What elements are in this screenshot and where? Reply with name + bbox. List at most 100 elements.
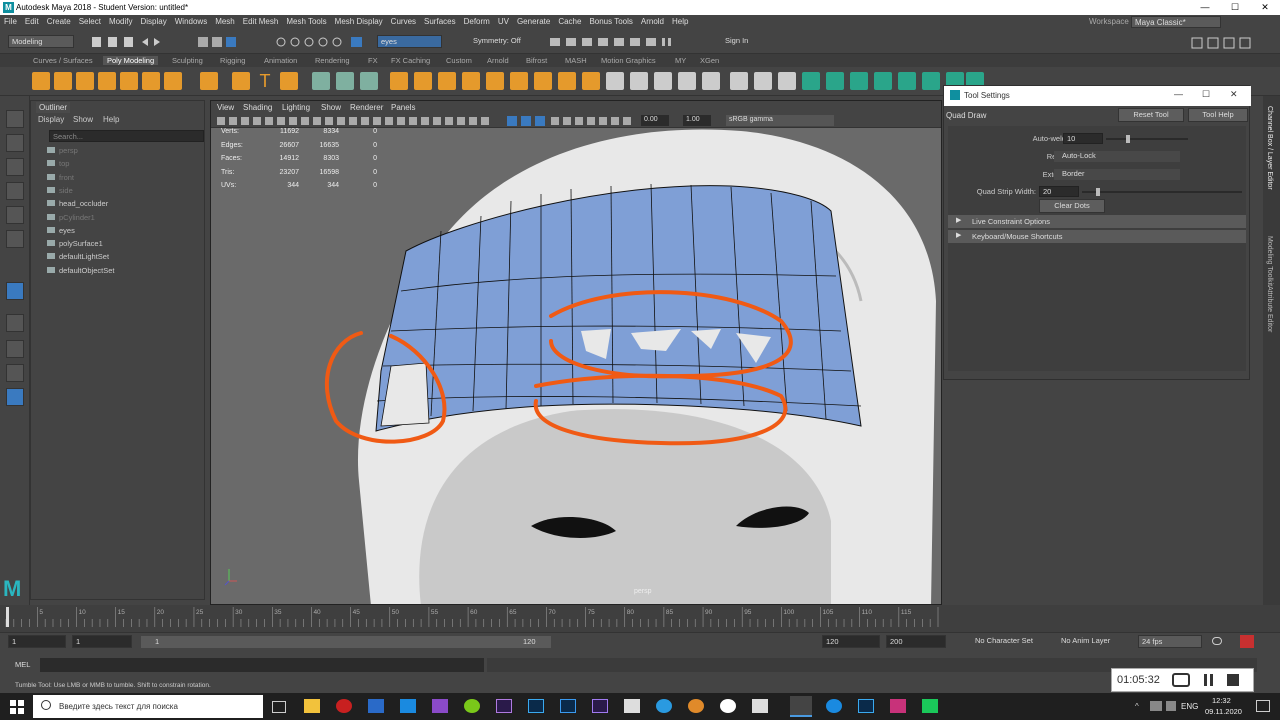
windows-start-icon[interactable] xyxy=(10,700,24,714)
app-green2-icon[interactable] xyxy=(922,699,938,713)
close-button[interactable]: ✕ xyxy=(1250,0,1280,15)
boolean-icon[interactable] xyxy=(390,72,408,90)
outliner-item[interactable]: side xyxy=(47,186,73,195)
workspace-select[interactable]: Maya Classic* xyxy=(1131,16,1221,28)
ts-maximize-button[interactable]: ☐ xyxy=(1202,89,1210,100)
outliner-menu-help[interactable]: Help xyxy=(103,115,119,124)
menu-mesh-display[interactable]: Mesh Display xyxy=(331,15,387,28)
notification-icon[interactable] xyxy=(1256,700,1270,712)
outliner-search-input[interactable]: Search... xyxy=(49,130,204,142)
move-tool-icon[interactable] xyxy=(6,182,24,200)
store-icon[interactable] xyxy=(400,699,416,713)
network-icon[interactable] xyxy=(1150,701,1162,711)
uv-cylindrical-icon[interactable] xyxy=(826,72,844,90)
uv-camera-icon[interactable] xyxy=(898,72,916,90)
menu-curves[interactable]: Curves xyxy=(387,15,420,28)
steam-icon[interactable] xyxy=(560,699,576,713)
menu-help[interactable]: Help xyxy=(668,15,692,28)
menu-create[interactable]: Create xyxy=(43,15,75,28)
poly-plane-icon[interactable] xyxy=(142,72,160,90)
menu-cache[interactable]: Cache xyxy=(554,15,585,28)
shelf-tab-fx-caching[interactable]: FX Caching xyxy=(391,56,430,65)
sign-in-button[interactable]: Sign In xyxy=(722,35,800,48)
outliner-item[interactable]: front xyxy=(47,173,74,182)
outliner-item[interactable]: eyes xyxy=(47,226,75,235)
triangulate-icon[interactable] xyxy=(702,72,720,90)
mirror-icon[interactable] xyxy=(414,72,432,90)
shelf-tab-animation[interactable]: Animation xyxy=(264,56,297,65)
photoshop-icon[interactable] xyxy=(528,699,544,713)
outliner-item[interactable]: persp xyxy=(47,146,78,155)
slide-edge-icon[interactable] xyxy=(754,72,772,90)
shelf-tab-my[interactable]: MY xyxy=(675,56,686,65)
tab-channel-box[interactable]: Channel Box / Layer Editor xyxy=(1266,106,1273,190)
viewport-persp[interactable]: View Shading Lighting Show Renderer Pane… xyxy=(210,100,942,605)
poly-torus-icon[interactable] xyxy=(120,72,138,90)
shelf-tab-fx[interactable]: FX xyxy=(368,56,378,65)
playback-end-field[interactable]: 120 xyxy=(822,635,880,648)
outliner-item[interactable]: head_occluder xyxy=(47,199,108,208)
menu-edit-mesh[interactable]: Edit Mesh xyxy=(239,15,283,28)
reset-tool-button[interactable]: Reset Tool xyxy=(1118,108,1184,122)
menu-uv[interactable]: UV xyxy=(494,15,513,28)
offset-loop-icon[interactable] xyxy=(778,72,796,90)
outliner-item[interactable]: polySurface1 xyxy=(47,239,103,248)
tab-attribute-editor[interactable]: Attribute Editor xyxy=(1266,286,1273,332)
separate-icon[interactable] xyxy=(336,72,354,90)
blender-icon[interactable] xyxy=(688,699,704,713)
poly-cube-icon[interactable] xyxy=(54,72,72,90)
menu-select[interactable]: Select xyxy=(75,15,105,28)
extend-select[interactable]: Border xyxy=(1054,169,1180,180)
camera-icon[interactable] xyxy=(1172,673,1190,687)
combine-icon[interactable] xyxy=(312,72,330,90)
menu-bonus-tools[interactable]: Bonus Tools xyxy=(585,15,636,28)
menu-file[interactable]: File xyxy=(0,15,21,28)
cmd-language-label[interactable]: MEL xyxy=(15,660,30,669)
clear-dots-button[interactable]: Clear Dots xyxy=(1039,199,1105,213)
fill-hole-icon[interactable] xyxy=(510,72,528,90)
poly-sphere-icon[interactable] xyxy=(32,72,50,90)
four-view-icon[interactable] xyxy=(6,340,24,358)
menu-modify[interactable]: Modify xyxy=(105,15,137,28)
scale-tool-icon[interactable] xyxy=(6,230,24,248)
shelf-tab-poly-modeling[interactable]: Poly Modeling xyxy=(103,56,159,65)
after-effects-icon[interactable] xyxy=(592,699,608,713)
pause-icon[interactable] xyxy=(1204,674,1207,686)
outliner-title[interactable]: Outliner xyxy=(36,102,71,113)
quad-strip-slider[interactable] xyxy=(1082,191,1242,193)
bridge-icon[interactable] xyxy=(462,72,480,90)
connect-icon[interactable] xyxy=(654,72,672,90)
poke-icon[interactable] xyxy=(582,72,600,90)
superellipse-icon[interactable] xyxy=(232,72,250,90)
shelf-tab-sculpting[interactable]: Sculpting xyxy=(172,56,203,65)
telegram-icon[interactable] xyxy=(656,699,672,713)
autoweld-field[interactable]: 10 xyxy=(1063,133,1103,144)
stop-icon[interactable] xyxy=(1227,674,1239,686)
browser-icon[interactable] xyxy=(336,699,352,713)
menu-deform[interactable]: Deform xyxy=(460,15,494,28)
shelf-tab-xgen[interactable]: XGen xyxy=(700,56,719,65)
section-keyboard-shortcuts[interactable]: ▶ Keyboard/Mouse Shortcuts xyxy=(948,230,1246,243)
range-slider[interactable]: 1 120 xyxy=(141,636,551,648)
edgeloop-icon[interactable] xyxy=(678,72,696,90)
multicut-icon[interactable] xyxy=(606,72,624,90)
poly-cone-icon[interactable] xyxy=(98,72,116,90)
quad-draw-tool-icon[interactable] xyxy=(6,282,24,300)
mail-icon[interactable] xyxy=(368,699,384,713)
clock-time[interactable]: 12:32 xyxy=(1212,696,1231,705)
target-weld-icon[interactable] xyxy=(630,72,648,90)
tool-help-button[interactable]: Tool Help xyxy=(1188,108,1248,122)
extrude-icon[interactable] xyxy=(438,72,456,90)
layout-icons[interactable] xyxy=(1190,37,1260,49)
auto-key-icon[interactable] xyxy=(1240,635,1254,648)
visual-studio-icon[interactable] xyxy=(432,699,448,713)
menu-edit[interactable]: Edit xyxy=(21,15,43,28)
select-tool-icon[interactable] xyxy=(6,110,24,128)
menu-display[interactable]: Display xyxy=(137,15,171,28)
start-time-field[interactable]: 1 xyxy=(8,635,66,648)
text-icon[interactable]: T xyxy=(256,72,274,90)
outliner-view-icon[interactable] xyxy=(6,388,24,406)
app-pink-icon[interactable] xyxy=(890,699,906,713)
itunes-icon[interactable] xyxy=(720,699,736,713)
image-app-icon[interactable] xyxy=(624,699,640,713)
